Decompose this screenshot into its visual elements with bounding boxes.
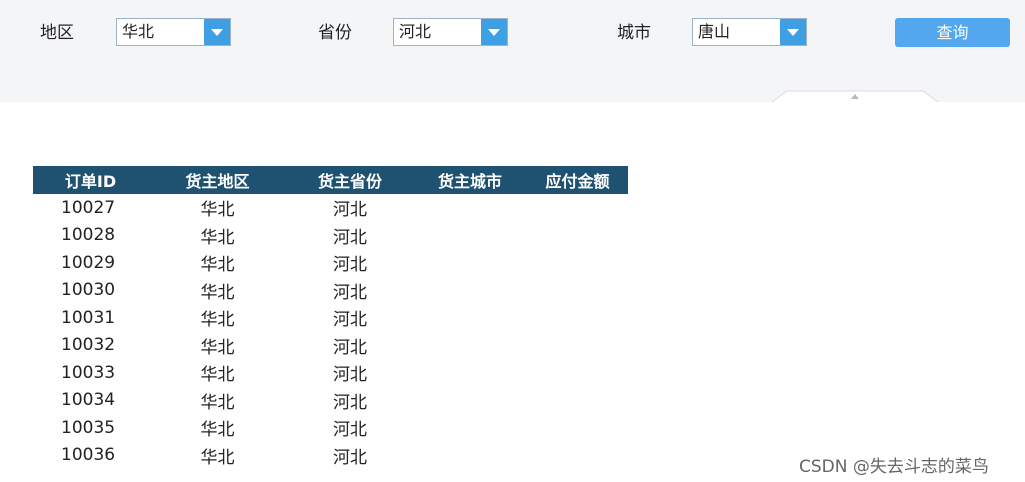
dropdown-arrow-button[interactable] xyxy=(780,19,806,45)
region-cell: 华北 xyxy=(200,227,235,248)
amount-cell xyxy=(527,277,628,305)
region-cell: 华北 xyxy=(200,310,235,331)
table-row: 10036 华北 河北 xyxy=(33,442,628,470)
order-id-cell: 10034 xyxy=(61,390,116,411)
table-row: 10029 华北 河北 xyxy=(33,249,628,277)
amount-cell xyxy=(527,249,628,277)
region-cell: 华北 xyxy=(200,365,235,386)
province-cell: 河北 xyxy=(333,337,367,358)
province-cell: 河北 xyxy=(333,392,367,413)
region-dropdown[interactable]: 华北 xyxy=(116,18,231,46)
watermark: CSDN @失去斗志的菜鸟 xyxy=(799,457,989,477)
amount-cell xyxy=(527,359,628,387)
amount-cell xyxy=(527,442,628,470)
amount-cell xyxy=(527,414,628,442)
city-cell xyxy=(413,249,527,277)
city-cell xyxy=(413,387,527,415)
order-id-cell: 10033 xyxy=(61,362,116,383)
order-id-cell: 10035 xyxy=(61,417,116,438)
region-cell: 华北 xyxy=(200,337,235,358)
amount-cell xyxy=(527,304,628,332)
city-cell xyxy=(413,194,527,222)
region-cell: 华北 xyxy=(200,282,235,303)
province-value: 河北 xyxy=(399,22,432,41)
order-id-cell: 10031 xyxy=(61,307,116,328)
province-cell: 河北 xyxy=(333,365,367,386)
column-header-region: 货主地区 xyxy=(148,166,287,194)
amount-cell xyxy=(527,387,628,415)
order-id-cell: 10030 xyxy=(61,280,116,301)
province-cell: 河北 xyxy=(333,227,367,248)
order-table: 订单ID 货主地区 货主省份 货主城市 应付金额 10027 华北 河北 100… xyxy=(33,166,628,469)
province-label: 省份 xyxy=(318,23,352,43)
province-cell: 河北 xyxy=(333,200,367,221)
city-dropdown[interactable]: 唐山 xyxy=(692,18,807,46)
order-id-cell: 10029 xyxy=(61,252,116,273)
dropdown-arrow-button[interactable] xyxy=(204,19,230,45)
table-row: 10034 华北 河北 xyxy=(33,387,628,415)
region-value: 华北 xyxy=(122,22,155,41)
city-cell xyxy=(413,442,527,470)
region-cell: 华北 xyxy=(200,200,235,221)
triangle-down-icon xyxy=(488,29,500,36)
city-value: 唐山 xyxy=(698,22,731,41)
triangle-down-icon xyxy=(787,29,799,36)
city-cell xyxy=(413,359,527,387)
parameter-panel: 地区 华北 省份 河北 城市 唐山 查询 xyxy=(0,0,1025,102)
column-header-amount: 应付金额 xyxy=(527,166,628,194)
city-cell xyxy=(413,222,527,250)
amount-cell xyxy=(527,332,628,360)
table-row: 10032 华北 河北 xyxy=(33,332,628,360)
city-cell xyxy=(413,332,527,360)
city-cell xyxy=(413,277,527,305)
order-id-cell: 10032 xyxy=(61,335,116,356)
table-row: 10027 华北 河北 xyxy=(33,194,628,222)
dropdown-arrow-button[interactable] xyxy=(481,19,507,45)
province-cell: 河北 xyxy=(333,255,367,276)
city-cell xyxy=(413,414,527,442)
column-header-province: 货主省份 xyxy=(287,166,413,194)
table-row: 10030 华北 河北 xyxy=(33,277,628,305)
column-header-order-id: 订单ID xyxy=(33,166,148,194)
province-cell: 河北 xyxy=(333,310,367,331)
province-cell: 河北 xyxy=(333,447,367,468)
province-dropdown[interactable]: 河北 xyxy=(393,18,508,46)
province-cell: 河北 xyxy=(333,420,367,441)
amount-cell xyxy=(527,194,628,222)
region-cell: 华北 xyxy=(200,255,235,276)
region-label: 地区 xyxy=(40,23,74,43)
region-cell: 华北 xyxy=(200,447,235,468)
column-header-city: 货主城市 xyxy=(413,166,527,194)
triangle-down-icon xyxy=(211,29,223,36)
table-row: 10028 华北 河北 xyxy=(33,222,628,250)
city-cell xyxy=(413,304,527,332)
query-button[interactable]: 查询 xyxy=(895,18,1010,47)
table-row: 10031 华北 河北 xyxy=(33,304,628,332)
amount-cell xyxy=(527,222,628,250)
collapse-panel-handle[interactable] xyxy=(772,90,938,103)
table-header-row: 订单ID 货主地区 货主省份 货主城市 应付金额 xyxy=(33,166,628,194)
region-cell: 华北 xyxy=(200,420,235,441)
region-cell: 华北 xyxy=(200,392,235,413)
province-cell: 河北 xyxy=(333,282,367,303)
city-label: 城市 xyxy=(617,23,651,43)
table-row: 10033 华北 河北 xyxy=(33,359,628,387)
order-id-cell: 10028 xyxy=(61,225,116,246)
order-id-cell: 10027 xyxy=(61,197,116,218)
order-id-cell: 10036 xyxy=(61,445,116,466)
table-row: 10035 华北 河北 xyxy=(33,414,628,442)
